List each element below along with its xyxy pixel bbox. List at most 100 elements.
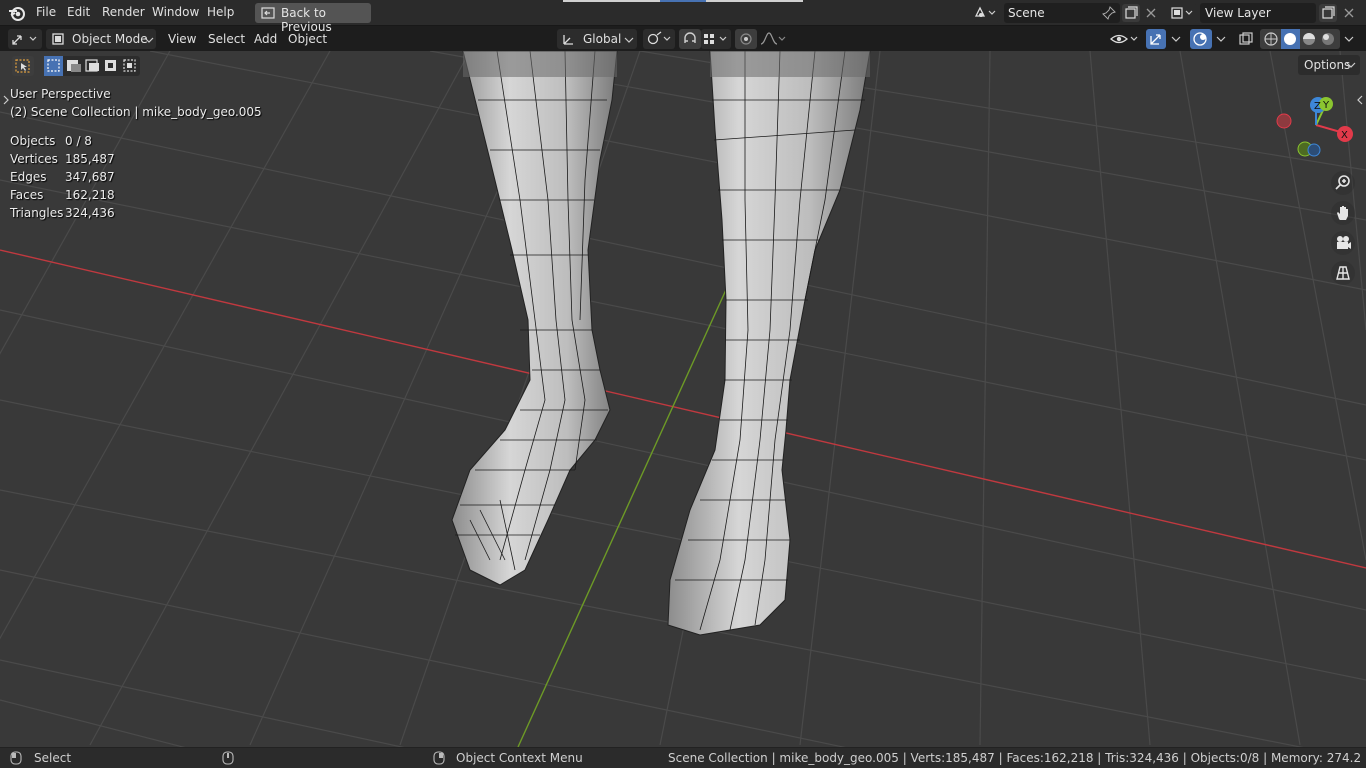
ortho-toggle-button[interactable] <box>1331 261 1355 285</box>
gizmo-y-label: Y <box>1322 100 1330 111</box>
gizmo-x-label: X <box>1341 130 1348 141</box>
scene-icon <box>974 6 996 17</box>
editor-type-button[interactable] <box>8 29 42 49</box>
hand-icon <box>1337 206 1348 220</box>
select-box-icon <box>15 59 30 73</box>
view-layer-name: View Layer <box>1205 6 1271 20</box>
stat-objects-value: 0 / 8 <box>65 134 92 148</box>
delete-view-layer-button[interactable] <box>1340 4 1358 22</box>
transform-orientation-label: Global <box>583 32 622 46</box>
object-mode-icon <box>52 33 64 45</box>
stat-edges-value: 347,687 <box>65 170 115 184</box>
selection-mode-group[interactable] <box>44 56 140 76</box>
navigation-gizmo[interactable]: Z Y X <box>1270 93 1360 165</box>
shading-icons <box>1264 29 1334 49</box>
menu-view[interactable]: View <box>168 32 196 46</box>
stat-triangles-label: Triangles <box>10 206 64 220</box>
view-layer-browse-button[interactable] <box>1168 4 1198 22</box>
shading-dropdown[interactable] <box>1340 29 1358 49</box>
new-view-layer-button[interactable] <box>1319 4 1337 22</box>
menu-render[interactable]: Render <box>102 5 145 19</box>
orientation-icon <box>563 35 573 45</box>
scene-browse-button[interactable] <box>972 4 1000 22</box>
workspace-active-tab[interactable] <box>660 0 706 2</box>
options-label: Options <box>1304 58 1351 72</box>
pin-icon[interactable] <box>1102 6 1116 20</box>
shading-mode-group <box>1260 29 1340 49</box>
pivot-icon <box>647 31 671 45</box>
grid-view-icon <box>1336 266 1350 280</box>
pivot-point-dropdown[interactable] <box>643 29 675 49</box>
proportional-falloff-dropdown[interactable] <box>758 29 788 49</box>
mouse-left-icon <box>10 751 22 765</box>
blender-logo-icon[interactable] <box>8 4 26 22</box>
axis-icon <box>12 35 37 45</box>
active-tool-button[interactable] <box>12 56 34 76</box>
options-dropdown[interactable]: Options <box>1298 55 1360 75</box>
stat-triangles-value: 324,436 <box>65 206 115 220</box>
mouse-middle-icon <box>222 751 234 765</box>
camera-view-button[interactable] <box>1331 231 1355 255</box>
close-icon <box>1344 8 1354 18</box>
status-bar: Select Object Context Menu Scene Collect… <box>0 747 1366 768</box>
close-icon <box>1146 8 1156 18</box>
pan-button[interactable] <box>1331 201 1355 225</box>
chevron-down-icon <box>1344 36 1354 42</box>
gizmo-toggle-button[interactable] <box>1146 29 1166 49</box>
xray-icon <box>1239 32 1253 45</box>
chevron-down-icon <box>144 37 154 43</box>
snap-target-dropdown[interactable] <box>701 29 731 49</box>
chevron-down-icon <box>1346 62 1356 68</box>
stat-objects-label: Objects <box>10 134 56 148</box>
floor-grid <box>0 51 1366 747</box>
mode-label: Object Mode <box>72 32 148 46</box>
stat-vertices-label: Vertices <box>10 152 58 166</box>
status-context-menu-hint: Object Context Menu <box>456 751 583 765</box>
duplicate-icon <box>1322 6 1335 19</box>
menu-edit[interactable]: Edit <box>67 5 90 19</box>
duplicate-icon <box>1125 6 1138 19</box>
mode-dropdown[interactable]: Object Mode <box>46 29 156 49</box>
zoom-button[interactable] <box>1331 171 1355 195</box>
magnet-icon <box>684 32 696 43</box>
chevron-down-icon <box>1216 36 1226 42</box>
left-leg-mesh <box>451 51 618 586</box>
toolbar-toggle-icon[interactable] <box>2 95 10 105</box>
perspective-label: User Perspective <box>10 87 111 101</box>
delete-scene-button[interactable] <box>1142 4 1160 22</box>
falloff-curve-icon <box>760 32 786 45</box>
viewport-header: Object Mode View Select Add Object Globa… <box>0 27 1366 51</box>
gizmo-dropdown[interactable] <box>1166 29 1186 49</box>
selection-mode-icons <box>44 56 136 76</box>
collection-info: (2) Scene Collection | mike_body_geo.005 <box>10 105 262 119</box>
menu-object[interactable]: Object <box>288 32 327 46</box>
snap-toggle-button[interactable] <box>679 29 701 49</box>
menu-select[interactable]: Select <box>208 32 245 46</box>
new-scene-button[interactable] <box>1122 4 1140 22</box>
status-select-hint: Select <box>34 751 72 765</box>
menu-file[interactable]: File <box>36 5 56 19</box>
camera-icon <box>1337 236 1351 249</box>
zoom-icon <box>1335 175 1350 190</box>
proportional-editing-button[interactable] <box>735 29 757 49</box>
xray-toggle-button[interactable] <box>1236 29 1256 49</box>
visibility-dropdown[interactable] <box>1108 29 1142 49</box>
chevron-down-icon <box>1171 36 1181 42</box>
back-arrow-icon <box>261 7 275 19</box>
stat-faces-value: 162,218 <box>65 188 115 202</box>
view-layer-field[interactable]: View Layer <box>1200 3 1316 23</box>
3d-viewport[interactable]: User Perspective (2) Scene Collection | … <box>0 51 1366 747</box>
scene-name-field[interactable]: Scene <box>1004 3 1120 23</box>
proportional-icon <box>740 33 752 45</box>
back-to-previous-button[interactable]: Back to Previous <box>255 3 371 34</box>
snap-grid-icon <box>704 34 727 44</box>
menu-help[interactable]: Help <box>207 5 234 19</box>
overlays-icon <box>1193 32 1207 46</box>
view-layer-icon <box>1171 7 1193 19</box>
menu-window[interactable]: Window <box>152 5 199 19</box>
transform-orientation-dropdown[interactable]: Global <box>557 29 637 49</box>
menu-add[interactable]: Add <box>254 32 277 46</box>
overlays-toggle-button[interactable] <box>1190 29 1212 49</box>
overlays-dropdown[interactable] <box>1212 29 1230 49</box>
gizmo-icon <box>1150 34 1161 45</box>
